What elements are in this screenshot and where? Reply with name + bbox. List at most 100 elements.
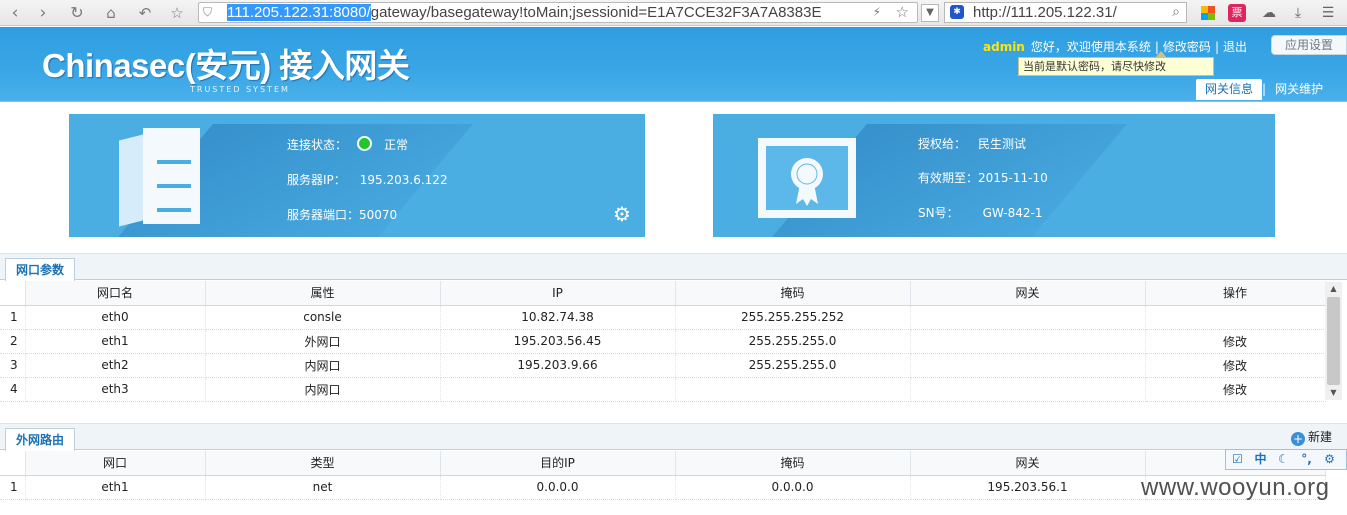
table-row[interactable]: 1 eth1 net 0.0.0.0 0.0.0.0 195.203.56.1	[0, 475, 1326, 500]
favorite-star-icon[interactable]: ☆	[166, 2, 188, 24]
cell-ip	[440, 377, 676, 402]
connection-status-row: 连接状态： 正常	[287, 136, 408, 153]
table-row[interactable]: 2 eth1 外网口 195.203.56.45 255.255.255.0 修…	[0, 329, 1326, 354]
cloud-icon[interactable]: ☁	[1259, 3, 1279, 23]
server-port-value: 50070	[359, 208, 398, 222]
back-icon[interactable]: ‹	[4, 2, 26, 24]
cell-action	[1145, 305, 1326, 330]
search-input[interactable]: http://111.205.122.31/	[973, 4, 1117, 22]
status-label: 连接状态：	[287, 138, 348, 152]
licensee-value: 民生测试	[978, 137, 1027, 151]
watermark-text: www.wooyun.org	[1141, 474, 1330, 501]
lightning-icon[interactable]: ⚡	[873, 5, 881, 19]
app-header: Chinasec(安元) 接入网关 TRUSTED SYSTEM admin 您好…	[0, 27, 1347, 102]
column-header	[0, 281, 26, 306]
baidu-paw-icon: ✱	[950, 5, 964, 19]
address-dropdown-icon[interactable]: ▼	[921, 4, 939, 22]
download-icon[interactable]: ⤓	[1288, 3, 1308, 23]
award-badge-icon	[791, 158, 823, 206]
address-bar[interactable]: ⛉ 111.205.122.31:8080/gateway/basegatewa…	[198, 2, 918, 23]
column-header[interactable]: 属性	[205, 281, 441, 306]
scroll-down-icon[interactable]: ▼	[1325, 386, 1342, 400]
expiry-value: 2015-11-10	[978, 171, 1048, 185]
cell-mask: 255.255.255.252	[675, 305, 911, 330]
status-dot-icon	[357, 136, 373, 151]
cell-attribute: 内网口	[205, 353, 441, 378]
interfaces-tab[interactable]: 网口参数	[5, 258, 76, 281]
licensee-row: 授权给： 民生测试	[918, 135, 1026, 152]
cell-gateway: 195.203.56.1	[910, 475, 1146, 500]
cell-mask: 255.255.255.0	[675, 329, 911, 354]
cell-interface-name: eth0	[25, 305, 206, 330]
ticket-extension-icon[interactable]: 票	[1228, 4, 1246, 22]
logo-subtitle: TRUSTED SYSTEM	[190, 85, 290, 94]
separator: |	[1214, 40, 1219, 54]
row-number: 1	[0, 305, 26, 330]
search-box[interactable]: ✱ http://111.205.122.31/ ⌕	[944, 2, 1187, 23]
menu-icon[interactable]: ☰	[1318, 3, 1338, 23]
add-icon: +	[1291, 432, 1305, 446]
cell-gateway	[910, 377, 1146, 402]
interfaces-scrollbar[interactable]: ▲ ▼	[1325, 282, 1342, 400]
punctuation-icon[interactable]: °,	[1295, 450, 1318, 469]
column-header[interactable]: 掩码	[675, 281, 911, 306]
routes-tab[interactable]: 外网路由	[5, 428, 76, 451]
tab-gateway-maintenance[interactable]: 网关维护	[1266, 79, 1332, 100]
edit-link[interactable]: 修改	[1145, 377, 1326, 402]
column-header[interactable]: 掩码	[675, 451, 911, 476]
tab-gateway-info[interactable]: 网关信息	[1196, 79, 1263, 100]
table-row[interactable]: 4 eth3 内网口 修改	[0, 377, 1326, 402]
column-header[interactable]: 网关	[910, 281, 1146, 306]
server-info-card: 连接状态： 正常 服务器IP： 195.203.6.122 服务器端口：50070 …	[69, 114, 645, 237]
ime-toolbar[interactable]: ☑ 中 ☾ °, ⚙	[1225, 449, 1347, 470]
column-header[interactable]: 类型	[205, 451, 441, 476]
bookmark-star-icon[interactable]: ☆	[896, 3, 909, 21]
column-header[interactable]: IP	[440, 281, 676, 306]
cell-destination-ip: 0.0.0.0	[440, 475, 676, 500]
moon-icon[interactable]: ☾	[1272, 450, 1295, 469]
address-url: 111.205.122.31:8080/gateway/basegateway!…	[227, 4, 821, 22]
user-bar: admin 您好，欢迎使用本系统 | 修改密码 | 退出	[983, 38, 1247, 55]
gear-icon[interactable]: ⚙	[1318, 450, 1341, 469]
server-ip-label: 服务器IP：	[287, 173, 346, 187]
column-header[interactable]: 目的IP	[440, 451, 676, 476]
app-settings-button[interactable]: 应用设置	[1271, 35, 1347, 55]
cell-type: net	[205, 475, 441, 500]
routes-section-header: 外网路由 + 新建	[0, 423, 1347, 451]
search-icon[interactable]: ⌕	[1172, 4, 1180, 20]
home-icon[interactable]: ⌂	[100, 2, 122, 24]
reload-icon[interactable]: ↻	[66, 2, 88, 24]
cell-gateway	[910, 353, 1146, 378]
column-header[interactable]: 网口名	[25, 281, 206, 306]
table-row[interactable]: 1 eth0 consle 10.82.74.38 255.255.255.25…	[0, 305, 1326, 330]
logout-link[interactable]: 退出	[1223, 40, 1247, 54]
windows-logo-icon[interactable]	[1201, 6, 1215, 20]
scroll-thumb[interactable]	[1327, 297, 1340, 385]
edit-link[interactable]: 修改	[1145, 353, 1326, 378]
undo-icon[interactable]: ↶	[134, 2, 156, 24]
edit-link[interactable]: 修改	[1145, 329, 1326, 354]
cell-interface-name: eth1	[25, 329, 206, 354]
server-ip-row: 服务器IP： 195.203.6.122	[287, 171, 448, 188]
new-route-button[interactable]: + 新建	[1283, 424, 1339, 450]
product-logo: Chinasec(安元) 接入网关	[42, 47, 410, 84]
column-header[interactable]: 操作	[1145, 281, 1326, 306]
gear-icon[interactable]: ⚙	[613, 202, 631, 226]
main-tabs: 网关信息 | 网关维护	[1196, 79, 1332, 100]
forward-icon[interactable]: ›	[32, 2, 54, 24]
column-header[interactable]: 网口	[25, 451, 206, 476]
new-route-label: 新建	[1308, 430, 1333, 444]
cell-interface: eth1	[25, 475, 206, 500]
cell-mask: 0.0.0.0	[675, 475, 911, 500]
column-header[interactable]: 网关	[910, 451, 1146, 476]
interfaces-table: 网口名 属性 IP 掩码 网关 操作 1 eth0 consle 10.82.7…	[0, 281, 1326, 402]
ime-language-toggle[interactable]: 中	[1249, 450, 1272, 469]
scroll-up-icon[interactable]: ▲	[1325, 282, 1342, 296]
ime-logo-icon[interactable]: ☑	[1226, 450, 1249, 469]
table-row[interactable]: 3 eth2 内网口 195.203.9.66 255.255.255.0 修改	[0, 353, 1326, 378]
cell-interface-name: eth3	[25, 377, 206, 402]
cell-interface-name: eth2	[25, 353, 206, 378]
cell-ip: 195.203.56.45	[440, 329, 676, 354]
expiry-row: 有效期至：2015-11-10	[918, 169, 1048, 186]
change-password-link[interactable]: 修改密码	[1163, 40, 1211, 54]
